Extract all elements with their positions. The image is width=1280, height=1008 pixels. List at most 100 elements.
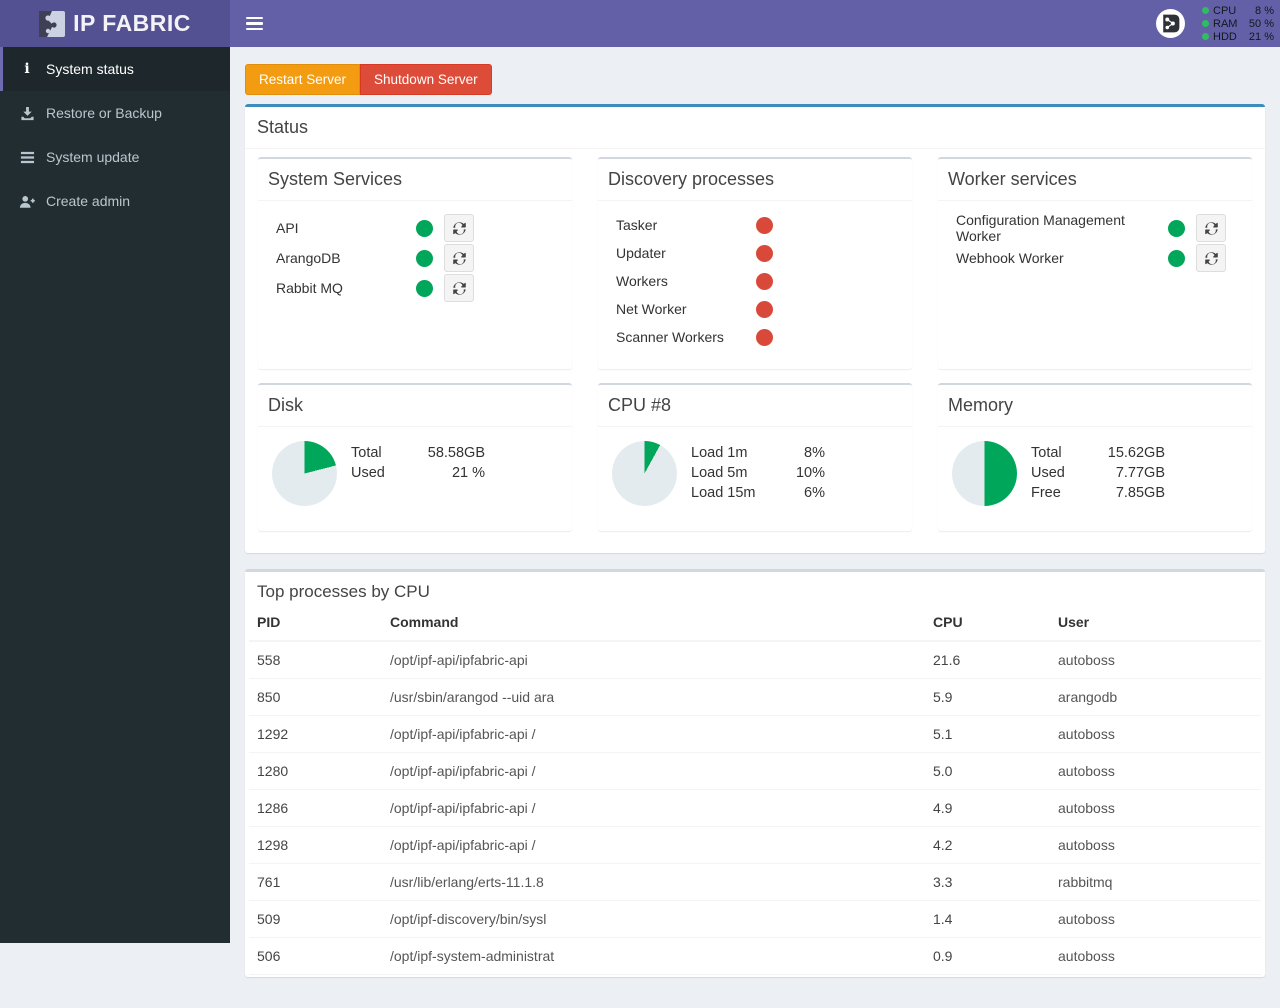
restart-server-button[interactable]: Restart Server	[245, 64, 360, 95]
cpu-load1-value: 8%	[763, 443, 825, 463]
memory-free-label: Free	[1031, 483, 1103, 503]
table-row[interactable]: 509 /opt/ipf-discovery/bin/sysl 1.4 auto…	[249, 901, 1261, 938]
cell-cpu: 5.0	[925, 753, 1050, 790]
cpu-stat-value: 8 %	[1244, 5, 1274, 17]
cell-pid: 1280	[249, 753, 382, 790]
cell-command: /opt/ipf-api/ipfabric-api /	[382, 716, 925, 753]
disk-total-label: Total	[351, 443, 423, 463]
status-dot-red	[756, 273, 773, 290]
sidebar: i System status Restore or Backup System…	[0, 47, 230, 943]
cell-command: /usr/lib/erlang/erts-11.1.8	[382, 864, 925, 901]
sidebar-item-label: System update	[46, 149, 139, 165]
service-label: ArangoDB	[276, 250, 416, 266]
memory-box: Memory Total15.62GB Used7.77GB Free7.85G…	[938, 383, 1252, 531]
cell-cpu: 5.1	[925, 716, 1050, 753]
table-row[interactable]: 506 /opt/ipf-system-administrat 0.9 auto…	[249, 938, 1261, 975]
status-box-title: Status	[257, 117, 308, 137]
sidebar-toggle-icon[interactable]	[230, 0, 278, 47]
table-row[interactable]: 558 /opt/ipf-api/ipfabric-api 21.6 autob…	[249, 641, 1261, 679]
refresh-worker-button[interactable]	[1196, 214, 1226, 242]
table-row[interactable]: 1280 /opt/ipf-api/ipfabric-api / 5.0 aut…	[249, 753, 1261, 790]
cell-command: /opt/ipf-discovery/bin/sysl	[382, 901, 925, 938]
column-header-cpu[interactable]: CPU	[925, 604, 1050, 641]
cell-pid: 558	[249, 641, 382, 679]
hdd-status-dot	[1202, 33, 1209, 40]
worker-services-box: Worker services Configuration Management…	[938, 157, 1252, 369]
cell-cpu: 4.9	[925, 790, 1050, 827]
table-row[interactable]: 1286 /opt/ipf-api/ipfabric-api / 4.9 aut…	[249, 790, 1261, 827]
sidebar-item-system-update[interactable]: System update	[0, 135, 230, 179]
worker-row-webhook: Webhook Worker	[956, 243, 1242, 273]
cell-pid: 850	[249, 679, 382, 716]
hdd-stat-label: HDD	[1213, 31, 1240, 43]
cell-cpu: 0.9	[925, 938, 1050, 975]
memory-used-label: Used	[1031, 463, 1103, 483]
cell-user: autoboss	[1050, 790, 1261, 827]
top-processes-box: Top processes by CPU PID Command CPU Use…	[245, 569, 1265, 977]
column-header-user[interactable]: User	[1050, 604, 1261, 641]
disk-title: Disk	[268, 395, 303, 415]
memory-title: Memory	[948, 395, 1013, 415]
cell-cpu: 1.4	[925, 901, 1050, 938]
hdd-stat: HDD 21 %	[1202, 30, 1274, 43]
process-row-updater: Updater	[616, 239, 902, 267]
table-row[interactable]: 1292 /opt/ipf-api/ipfabric-api / 5.1 aut…	[249, 716, 1261, 753]
user-plus-icon	[18, 193, 36, 210]
cell-user: autoboss	[1050, 641, 1261, 679]
service-label: API	[276, 220, 416, 236]
refresh-service-button[interactable]	[444, 274, 474, 302]
ram-stat-value: 50 %	[1244, 18, 1274, 30]
cell-command: /opt/ipf-system-administrat	[382, 938, 925, 975]
sidebar-item-system-status[interactable]: i System status	[0, 47, 230, 91]
sidebar-item-create-admin[interactable]: Create admin	[0, 179, 230, 223]
memory-free-value: 7.85GB	[1103, 483, 1165, 503]
sidebar-item-label: Create admin	[46, 193, 130, 209]
refresh-worker-button[interactable]	[1196, 244, 1226, 272]
worker-label: Configuration Management Worker	[956, 212, 1168, 244]
table-row[interactable]: 761 /usr/lib/erlang/erts-11.1.8 3.3 rabb…	[249, 864, 1261, 901]
account-logo-icon[interactable]	[1156, 9, 1185, 38]
cpu-stat-label: CPU	[1213, 5, 1240, 17]
cpu-status-dot	[1202, 7, 1209, 14]
brand-logo[interactable]: IP FABRIC	[0, 0, 230, 47]
refresh-service-button[interactable]	[444, 244, 474, 272]
ram-stat-label: RAM	[1213, 18, 1240, 30]
column-header-command[interactable]: Command	[382, 604, 925, 641]
ram-stat: RAM 50 %	[1202, 17, 1274, 30]
cell-pid: 1286	[249, 790, 382, 827]
cpu-pie-chart	[612, 441, 677, 506]
status-dot-red	[756, 301, 773, 318]
table-row[interactable]: 850 /usr/sbin/arangod --uid ara 5.9 aran…	[249, 679, 1261, 716]
cpu-title: CPU #8	[608, 395, 671, 415]
cell-user: rabbitmq	[1050, 864, 1261, 901]
process-row-net-worker: Net Worker	[616, 295, 902, 323]
status-dot-green	[1168, 220, 1185, 237]
cpu-box: CPU #8 Load 1m8% Load 5m10% Load 15m6%	[598, 383, 912, 531]
ram-status-dot	[1202, 20, 1209, 27]
cell-user: autoboss	[1050, 753, 1261, 790]
refresh-service-button[interactable]	[444, 214, 474, 242]
cell-cpu: 21.6	[925, 641, 1050, 679]
cell-command: /opt/ipf-api/ipfabric-api /	[382, 790, 925, 827]
process-label: Workers	[616, 273, 756, 289]
table-header-row: PID Command CPU User	[249, 604, 1261, 641]
shutdown-server-button[interactable]: Shutdown Server	[360, 64, 492, 95]
cell-pid: 1298	[249, 827, 382, 864]
table-row[interactable]: 1298 /opt/ipf-api/ipfabric-api / 4.2 aut…	[249, 827, 1261, 864]
discovery-processes-box: Discovery processes Tasker Updater Worke…	[598, 157, 912, 369]
cell-command: /usr/sbin/arangod --uid ara	[382, 679, 925, 716]
disk-box: Disk Total58.58GB Used21 %	[258, 383, 572, 531]
status-dot-green	[416, 280, 433, 297]
service-row-rabbitmq: Rabbit MQ	[276, 273, 562, 303]
process-label: Scanner Workers	[616, 329, 756, 345]
cell-command: /opt/ipf-api/ipfabric-api	[382, 641, 925, 679]
status-dot-green	[416, 250, 433, 267]
sidebar-item-restore-backup[interactable]: Restore or Backup	[0, 91, 230, 135]
hdd-stat-value: 21 %	[1244, 31, 1274, 43]
processes-table: PID Command CPU User 558 /opt/ipf-api/ip…	[249, 604, 1261, 975]
process-row-workers: Workers	[616, 267, 902, 295]
brand-text: IP FABRIC	[73, 10, 191, 37]
column-header-pid[interactable]: PID	[249, 604, 382, 641]
service-row-api: API	[276, 213, 562, 243]
sidebar-item-label: Restore or Backup	[46, 105, 162, 121]
